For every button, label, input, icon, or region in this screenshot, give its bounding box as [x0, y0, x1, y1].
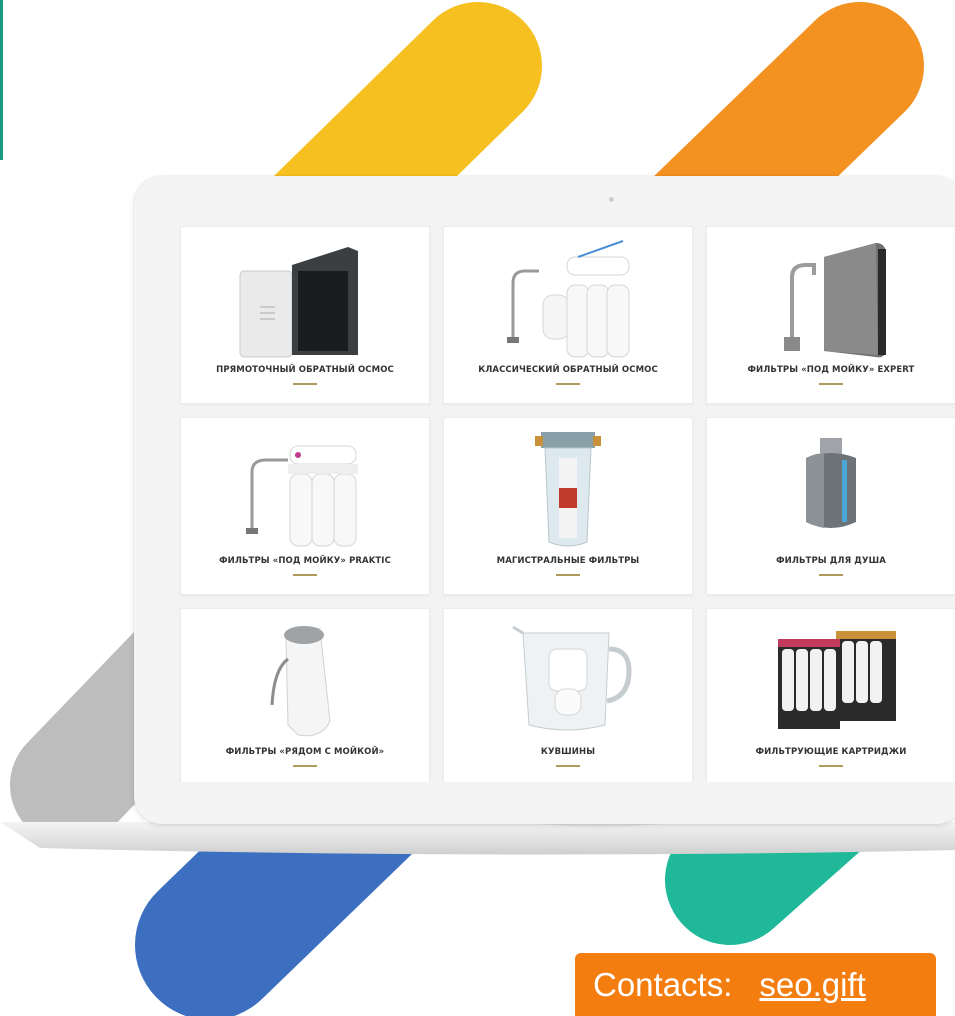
countertop-filter-icon — [270, 626, 331, 737]
product-card[interactable]: ФИЛЬТРЫ «РЯДОМ С МОЙКОЙ» — [180, 608, 430, 782]
product-label: ФИЛЬТРЫ «РЯДОМ С МОЙКОЙ» — [225, 747, 385, 757]
product-card[interactable]: ФИЛЬТРЫ «ПОД МОЙКУ» EXPERT — [706, 226, 955, 404]
cartridges-icon — [778, 631, 896, 729]
label-underline — [819, 574, 843, 576]
label-underline — [293, 574, 317, 576]
reverse-osmosis-cabinet-icon — [239, 247, 358, 358]
mainline-filter-icon — [535, 432, 601, 547]
product-label: ПРЯМОТОЧНЫЙ ОБРАТНЫЙ ОСМОС — [216, 365, 394, 375]
laptop-display: ПРЯМОТОЧНЫЙ ОБРАТНЫЙ ОСМОС КЛАССИЧЕСКИЙ … — [174, 220, 955, 782]
teal-accent-bar — [0, 0, 3, 160]
contacts-label: Contacts: — [593, 965, 733, 1003]
classic-reverse-osmosis-icon — [507, 240, 630, 358]
laptop-base — [0, 822, 955, 855]
product-label: МАГИСТРАЛЬНЫЕ ФИЛЬТРЫ — [496, 556, 640, 566]
product-label: КУВШИНЫ — [540, 747, 596, 757]
label-underline — [819, 383, 843, 385]
laptop-screen: ПРЯМОТОЧНЫЙ ОБРАТНЫЙ ОСМОС КЛАССИЧЕСКИЙ … — [134, 176, 955, 824]
product-card[interactable]: ФИЛЬТРУЮЩИЕ КАРТРИДЖИ — [706, 608, 955, 782]
product-card[interactable]: КУВШИНЫ — [443, 608, 693, 782]
label-underline — [819, 765, 843, 767]
product-card[interactable]: ФИЛЬТРЫ ДЛЯ ДУША — [706, 417, 955, 595]
under-sink-praktic-icon — [246, 445, 358, 547]
label-underline — [556, 574, 580, 576]
product-label: ФИЛЬТРЫ «ПОД МОЙКУ» PRAKTIC — [219, 556, 391, 566]
product-label: ФИЛЬТРЫ «ПОД МОЙКУ» EXPERT — [747, 365, 915, 375]
product-label: КЛАССИЧЕСКИЙ ОБРАТНЫЙ ОСМОС — [478, 365, 658, 375]
product-label: ФИЛЬТРУЮЩИЕ КАРТРИДЖИ — [755, 747, 907, 757]
label-underline — [556, 383, 580, 385]
label-underline — [556, 765, 580, 767]
pitcher-icon — [512, 625, 632, 731]
under-sink-expert-icon — [784, 243, 886, 358]
product-card[interactable]: ФИЛЬТРЫ «ПОД МОЙКУ» PRAKTIC — [180, 417, 430, 595]
product-card[interactable]: ПРЯМОТОЧНЫЙ ОБРАТНЫЙ ОСМОС — [180, 226, 430, 404]
contacts-badge: Contacts: seo.gift — [575, 953, 936, 1016]
label-underline — [293, 765, 317, 767]
product-card[interactable]: КЛАССИЧЕСКИЙ ОБРАТНЫЙ ОСМОС — [443, 226, 693, 404]
label-underline — [293, 383, 317, 385]
shower-filter-icon — [806, 438, 856, 528]
product-card[interactable]: МАГИСТРАЛЬНЫЕ ФИЛЬТРЫ — [443, 417, 693, 595]
product-label: ФИЛЬТРЫ ДЛЯ ДУША — [776, 556, 886, 566]
camera-dot — [609, 197, 614, 202]
product-grid: ПРЯМОТОЧНЫЙ ОБРАТНЫЙ ОСМОС КЛАССИЧЕСКИЙ … — [174, 220, 955, 782]
contacts-link[interactable]: seo.gift — [759, 966, 865, 1004]
